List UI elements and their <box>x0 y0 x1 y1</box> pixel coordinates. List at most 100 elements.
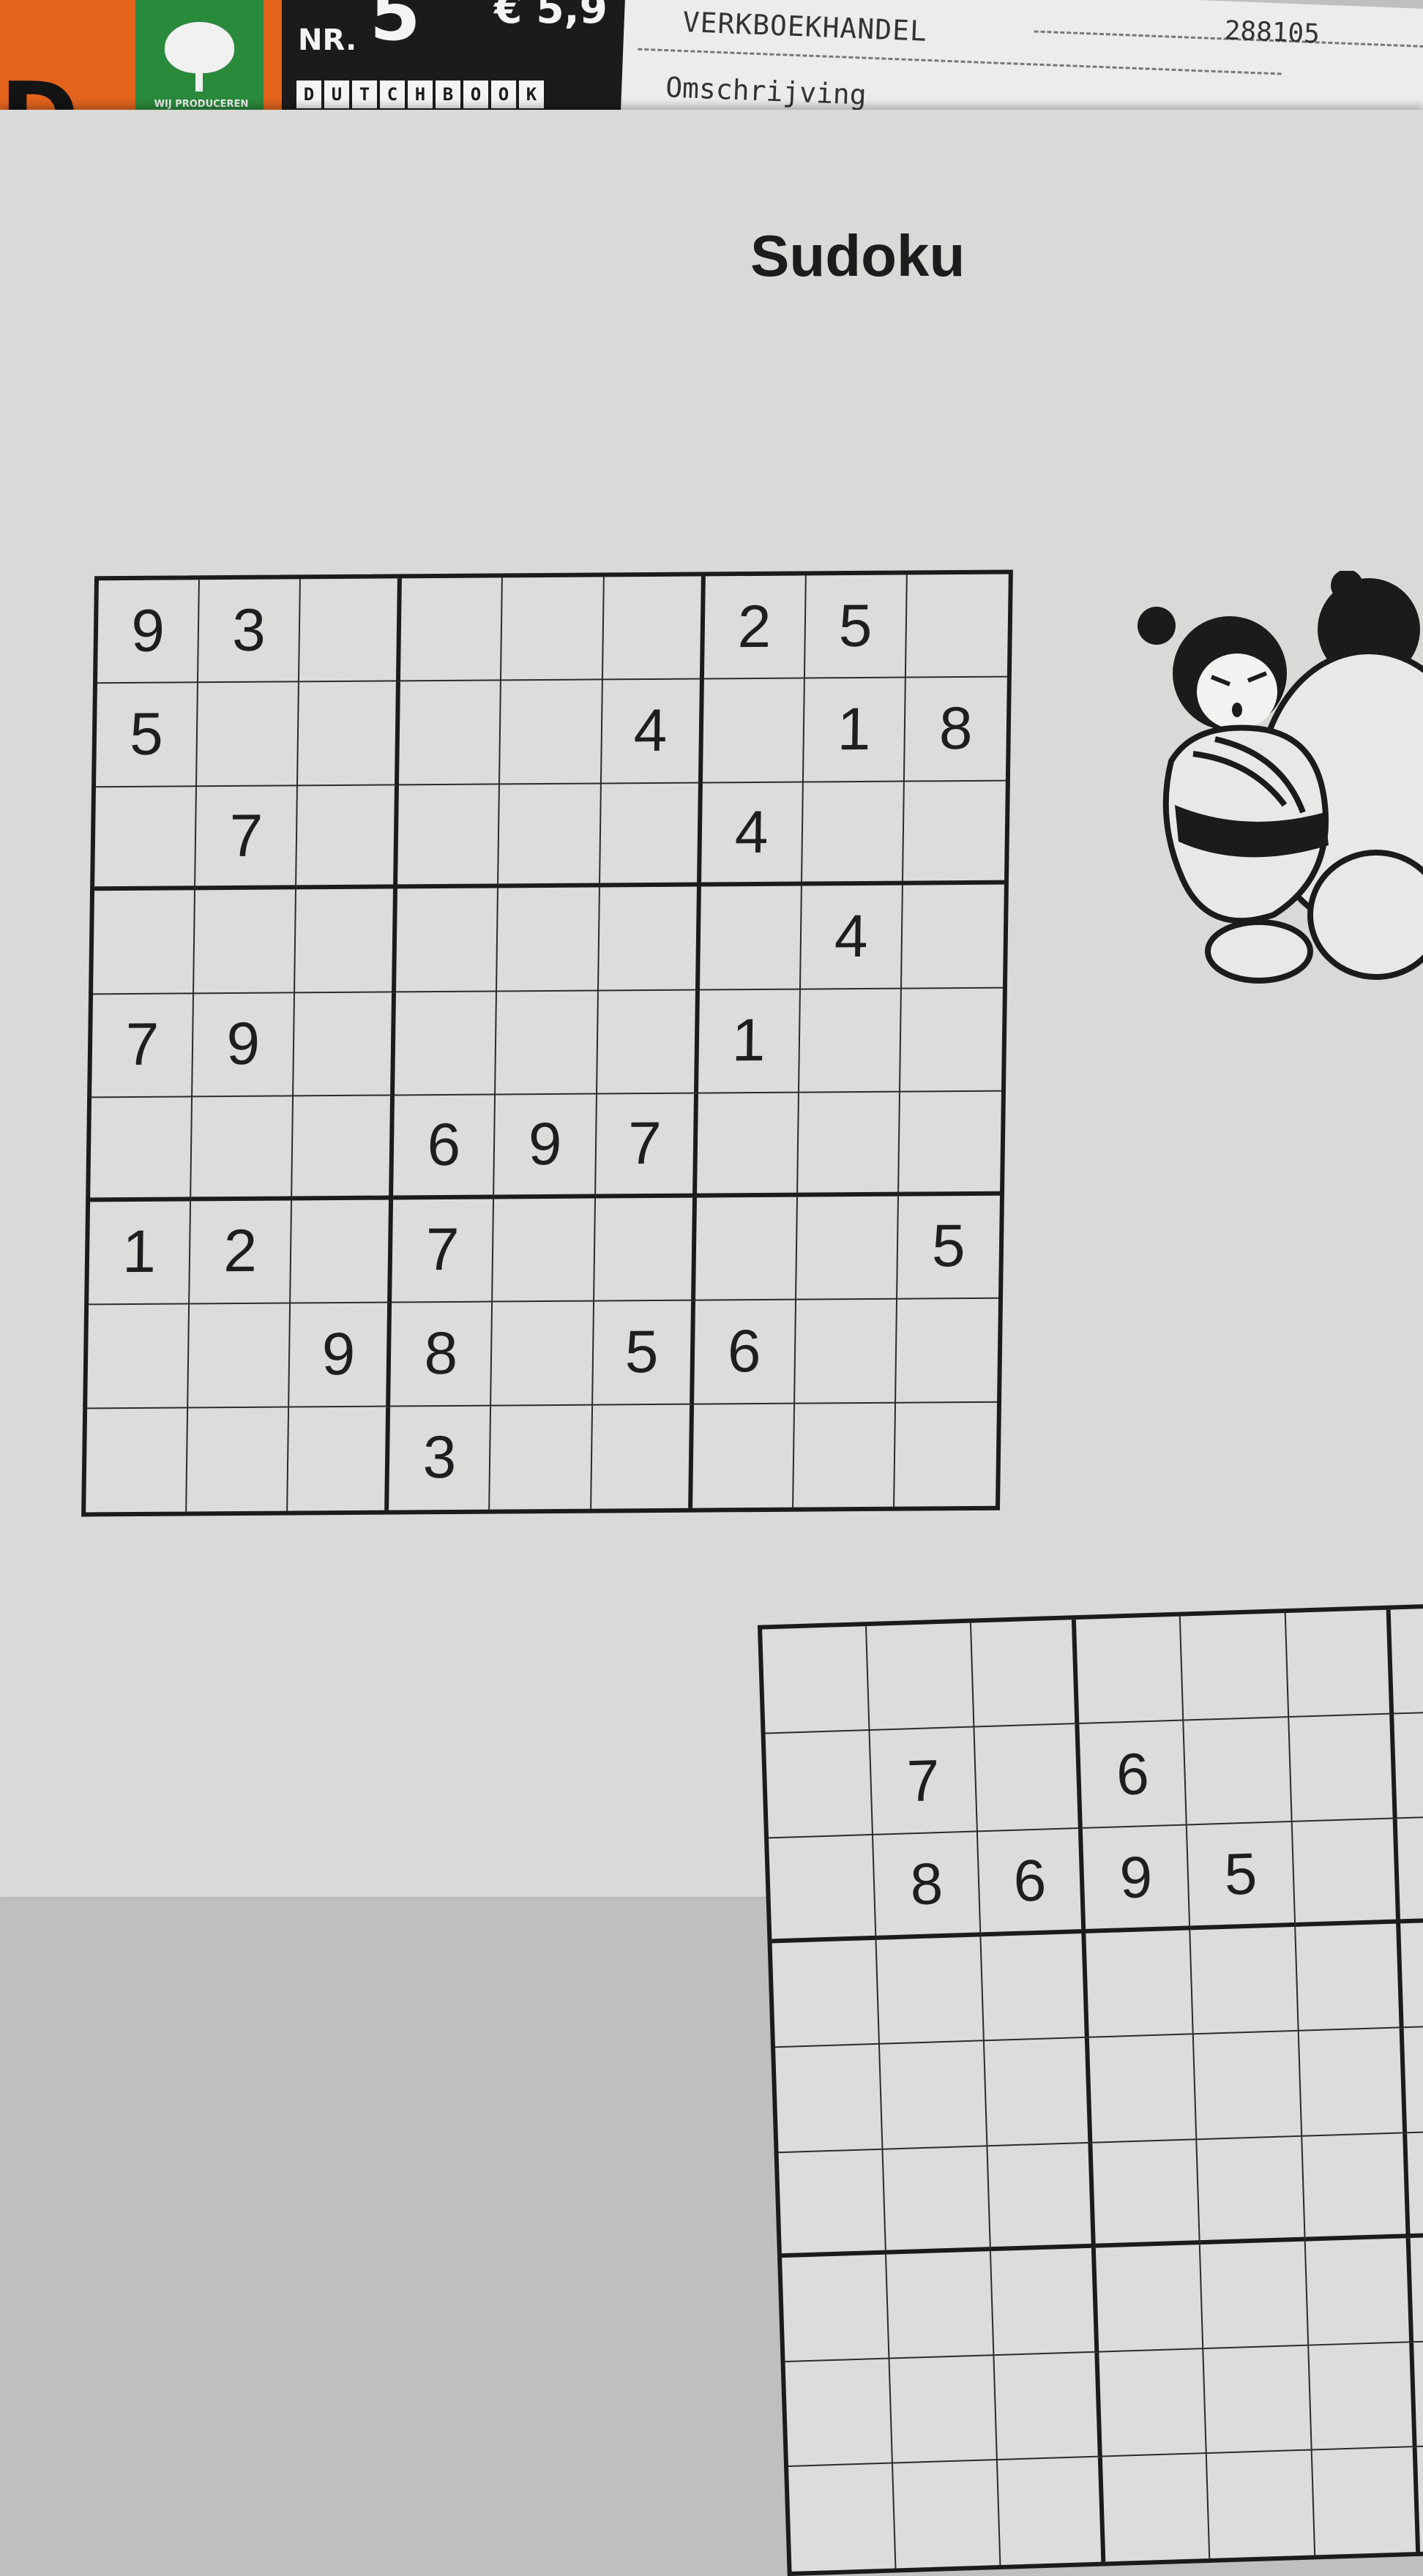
sudoku-cell <box>762 1626 870 1734</box>
brand-letter: U <box>324 80 349 108</box>
sudoku-cell <box>775 2045 884 2153</box>
sudoku-cell <box>985 2038 1093 2146</box>
issue-label: NR. <box>298 23 357 57</box>
sudoku-cell <box>1406 2130 1423 2238</box>
sudoku-cell <box>695 1197 798 1301</box>
sudoku-cell <box>765 1731 874 1839</box>
sudoku-cell <box>87 1304 190 1409</box>
brand-letter: C <box>380 80 405 108</box>
eco-badge: WIJ PRODUCEREN GROEN <box>135 0 264 121</box>
sudoku-cell <box>1312 2446 1420 2556</box>
sudoku-cell: 3 <box>198 579 302 684</box>
sudoku-cell <box>94 787 198 891</box>
sudoku-cell <box>971 1620 1080 1728</box>
sudoku-cell <box>1096 2244 1204 2353</box>
sudoku-cell <box>501 577 605 681</box>
sudoku-cell <box>788 2463 897 2572</box>
sudoku-cell <box>894 1402 997 1506</box>
sudoku-cell <box>895 1298 999 1404</box>
brand-letter: O <box>491 80 516 108</box>
sudoku-cell: 6 <box>693 1300 796 1405</box>
sudoku-cell <box>778 2149 887 2258</box>
sudoku-cell <box>1102 2453 1211 2562</box>
sudoku-cell: 3 <box>389 1406 492 1510</box>
sudoku-cell <box>1181 1613 1289 1721</box>
sudoku-cell <box>880 2041 988 2150</box>
sudoku-cell <box>493 1198 596 1303</box>
sudoku-cell <box>696 1093 799 1198</box>
sudoku-cell: 1 <box>698 989 801 1094</box>
sudoku-cell: 6 <box>978 1829 1086 1937</box>
brand-letter: O <box>463 80 488 108</box>
sudoku-cell <box>785 2359 894 2467</box>
sudoku-cell <box>898 1091 1001 1197</box>
sudoku-cell: 5 <box>95 683 199 788</box>
sudoku-cell: 7 <box>195 786 299 891</box>
sudoku-cell <box>1089 2034 1198 2143</box>
sudoku-cell: 8 <box>873 1832 982 1941</box>
sudoku-cell <box>1390 1606 1423 1715</box>
sudoku-cell: 2 <box>703 575 807 680</box>
sudoku-cell <box>1092 2139 1201 2248</box>
sudoku-cell <box>998 2457 1106 2565</box>
sudoku-cell: 5 <box>592 1300 695 1406</box>
sudoku-cell <box>594 1197 697 1302</box>
sudoku-cell <box>793 1403 896 1508</box>
receipt-divider <box>638 48 1282 75</box>
sudoku-cell <box>299 578 403 683</box>
sudoku-cell <box>702 678 805 784</box>
sudoku-cell <box>893 2460 1001 2569</box>
sudoku-cell <box>1203 2345 1312 2454</box>
sudoku-cell: 7 <box>870 1727 979 1836</box>
sudoku-cell <box>797 1092 900 1197</box>
sudoku-cell <box>602 576 706 681</box>
sudoku-cell <box>1190 1927 1299 2035</box>
sudoku-cell <box>794 1299 897 1404</box>
sudoku-cell <box>692 1404 795 1508</box>
sudoku-cell <box>994 2352 1103 2460</box>
sudoku-cell <box>597 990 700 1095</box>
sudoku-cell: 5 <box>804 574 908 679</box>
sudoku-cell: 7 <box>91 994 195 1098</box>
tree-icon <box>165 22 234 73</box>
sudoku-cell <box>1301 2133 1411 2242</box>
sudoku-cell <box>1295 1923 1404 2032</box>
sudoku-cell <box>194 889 297 995</box>
sudoku-cell <box>1288 1714 1397 1823</box>
sudoku-cell <box>1400 1920 1423 2029</box>
sudoku-cell <box>496 991 599 1096</box>
sudoku-cell <box>796 1196 899 1300</box>
sudoku-cell <box>867 1622 975 1731</box>
sudoku-cell <box>291 1199 394 1304</box>
sudoku-cell <box>396 888 499 993</box>
sudoku-cell <box>981 1933 1090 2042</box>
sudoku-cell <box>1194 2032 1302 2140</box>
sudoku-cell: 8 <box>904 678 1007 782</box>
brand-letter: T <box>352 80 377 108</box>
sudoku-cell <box>1076 1616 1184 1725</box>
sudoku-cell <box>395 992 498 1096</box>
sudoku-cell <box>1099 2348 1208 2457</box>
sudoku-cell <box>802 782 905 886</box>
sudoku-cell <box>1207 2450 1315 2558</box>
sudoku-cell: 9 <box>494 1094 597 1199</box>
sudoku-cell <box>889 2355 998 2464</box>
sudoku-cell <box>296 785 400 890</box>
sudoku-cell <box>903 781 1006 886</box>
sudoku-cell: 9 <box>97 580 201 684</box>
sudoku-cell <box>399 681 502 786</box>
sudoku-cell <box>187 1407 290 1512</box>
issue-panel: NR. 5 € 5,9 DUTCHBOOK <box>282 0 633 124</box>
sudoku-cell <box>1184 1718 1293 1826</box>
sudoku-cell <box>1305 2237 1413 2346</box>
sudoku-cell <box>1285 1609 1394 1718</box>
sudoku-cell <box>1308 2342 1417 2451</box>
sudoku-cell: 9 <box>1083 1825 1191 1934</box>
sudoku-cell <box>288 1407 391 1511</box>
sudoku-cell: 7 <box>595 1093 698 1199</box>
brand-letter: H <box>408 80 433 108</box>
sudoku-cell: 7 <box>392 1199 495 1303</box>
sudoku-cell <box>769 1835 877 1944</box>
sudoku-cell <box>1086 1930 1195 2039</box>
sudoku-cell <box>1397 1816 1423 1924</box>
